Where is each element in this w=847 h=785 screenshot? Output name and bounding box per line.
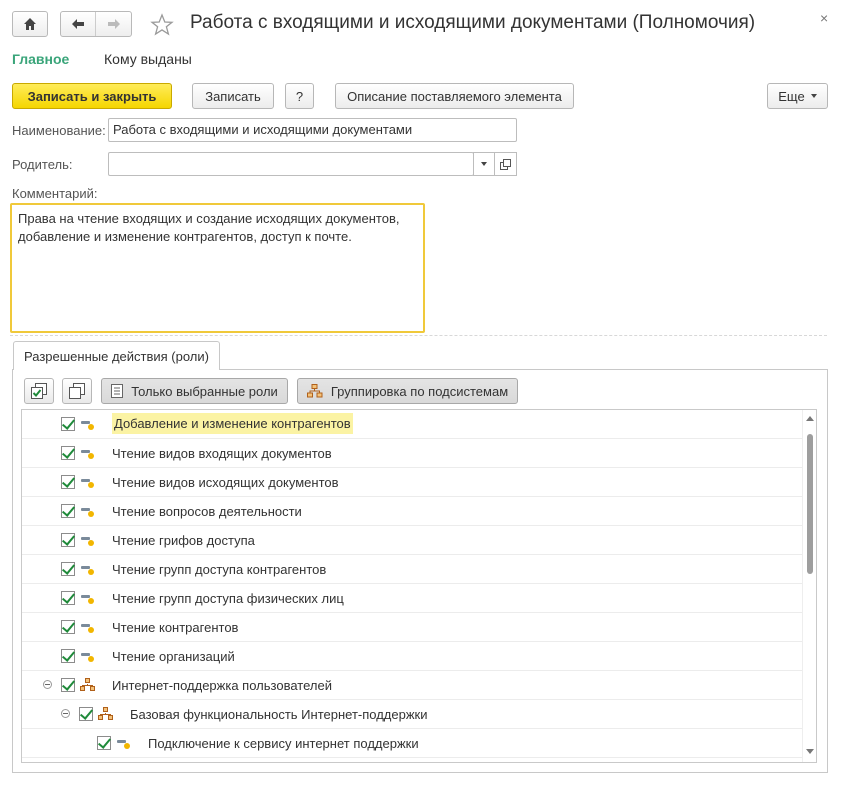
role-label: Чтение видов входящих документов [112, 446, 332, 461]
role-row[interactable]: Интернет-поддержка пользователей [22, 671, 802, 700]
chevron-down-icon [481, 162, 487, 166]
role-label: Чтение видов исходящих документов [112, 475, 339, 490]
role-checkbox[interactable] [61, 446, 75, 460]
role-label: Базовая функциональность Интернет-поддер… [130, 707, 428, 722]
more-button-label: Еще [778, 88, 805, 104]
vertical-scrollbar[interactable] [802, 410, 816, 762]
list-icon [111, 384, 124, 398]
tab-allowed-actions[interactable]: Разрешенные действия (роли) [13, 341, 220, 370]
nav-issued-to-link[interactable]: Кому выданы [104, 51, 192, 67]
save-button[interactable]: Записать [192, 83, 274, 109]
parent-label: Родитель: [12, 157, 73, 172]
role-checkbox[interactable] [61, 533, 75, 547]
window-title: Работа с входящими и исходящими документ… [190, 12, 756, 33]
role-key-icon [81, 535, 95, 547]
separator [10, 335, 827, 336]
selected-roles-only-label: Только выбранные роли [131, 383, 278, 399]
role-key-icon [81, 651, 95, 663]
nav-main-link[interactable]: Главное [12, 51, 69, 67]
role-key-icon [81, 622, 95, 634]
role-row[interactable]: Добавление и изменение контрагентов [22, 410, 802, 439]
scroll-up-icon[interactable] [806, 416, 814, 421]
name-input[interactable]: Работа с входящими и исходящими документ… [108, 118, 517, 142]
role-key-icon [81, 419, 95, 431]
role-checkbox[interactable] [61, 475, 75, 489]
comment-label: Комментарий: [12, 186, 98, 201]
description-button[interactable]: Описание поставляемого элемента [335, 83, 574, 109]
role-row[interactable]: Чтение групп доступа контрагентов [22, 555, 802, 584]
arrow-right-icon [107, 19, 120, 29]
role-checkbox[interactable] [61, 562, 75, 576]
subsystem-icon [98, 707, 114, 721]
role-checkbox[interactable] [61, 649, 75, 663]
role-label: Чтение вопросов деятельности [112, 504, 302, 519]
comment-textarea[interactable]: Права на чтение входящих и создание исхо… [10, 203, 425, 333]
role-checkbox[interactable] [61, 417, 75, 431]
role-row[interactable]: Чтение вопросов деятельности [22, 497, 802, 526]
home-button[interactable] [12, 11, 48, 37]
uncheck-all-icon [69, 383, 85, 399]
favorite-star-icon[interactable] [150, 13, 174, 37]
role-row[interactable]: Базовая функциональность Интернет-поддер… [22, 700, 802, 729]
roles-tree[interactable]: Добавление и изменение контрагентов Чтени… [21, 409, 817, 763]
dropdown-arrow-icon [810, 94, 817, 98]
collapse-toggle-icon[interactable] [61, 709, 70, 718]
back-button[interactable] [61, 12, 97, 36]
uncheck-all-button[interactable] [62, 378, 92, 404]
role-key-icon [81, 477, 95, 489]
role-label: Подключение к сервису интернет поддержки [148, 736, 419, 751]
role-checkbox[interactable] [61, 504, 75, 518]
role-label: Интернет-поддержка пользователей [112, 678, 332, 693]
help-button[interactable]: ? [285, 83, 314, 109]
history-nav [60, 11, 132, 37]
role-key-icon [81, 448, 95, 460]
role-key-icon [81, 506, 95, 518]
open-icon [500, 158, 511, 170]
role-checkbox[interactable] [61, 591, 75, 605]
role-row[interactable]: Чтение контрагентов [22, 613, 802, 642]
role-label: Чтение групп доступа контрагентов [112, 562, 327, 577]
home-icon [24, 18, 36, 30]
selected-roles-only-toggle[interactable]: Только выбранные роли [101, 378, 288, 404]
group-by-subsystems-toggle[interactable]: Группировка по подсистемам [297, 378, 518, 404]
role-row[interactable]: Чтение видов входящих документов [22, 439, 802, 468]
subsystem-icon [80, 678, 96, 692]
role-checkbox[interactable] [97, 736, 111, 750]
role-checkbox[interactable] [61, 678, 75, 692]
parent-open-button[interactable] [494, 152, 517, 176]
role-label: Чтение групп доступа физических лиц [112, 591, 344, 606]
parent-dropdown-button[interactable] [473, 152, 495, 176]
forward-button[interactable] [96, 12, 131, 36]
role-row[interactable]: Чтение групп доступа физических лиц [22, 584, 802, 613]
role-label: Добавление и изменение контрагентов [112, 413, 353, 434]
role-checkbox[interactable] [61, 620, 75, 634]
scrollbar-thumb[interactable] [807, 434, 813, 574]
arrow-left-icon [72, 19, 84, 29]
role-label: Чтение организаций [112, 649, 235, 664]
name-label: Наименование: [12, 123, 106, 138]
parent-input[interactable] [108, 152, 474, 176]
role-label: Чтение контрагентов [112, 620, 239, 635]
role-row[interactable]: Чтение видов исходящих документов [22, 468, 802, 497]
role-label: Чтение грифов доступа [112, 533, 255, 548]
role-row[interactable]: Чтение организаций [22, 642, 802, 671]
save-and-close-button[interactable]: Записать и закрыть [12, 83, 172, 109]
role-key-icon [81, 564, 95, 576]
role-row[interactable]: Чтение грифов доступа [22, 526, 802, 555]
more-button[interactable]: Еще [767, 83, 828, 109]
role-checkbox[interactable] [79, 707, 93, 721]
collapse-toggle-icon[interactable] [43, 680, 52, 689]
subsystem-hierarchy-icon [306, 384, 323, 398]
group-by-subsystems-label: Группировка по подсистемам [330, 383, 509, 399]
role-row[interactable]: Подключение к сервису интернет поддержки [22, 729, 802, 758]
check-all-button[interactable] [24, 378, 54, 404]
role-key-icon [117, 738, 131, 750]
check-all-icon [31, 383, 47, 399]
scroll-down-icon[interactable] [806, 749, 814, 754]
close-icon[interactable]: × [820, 10, 828, 26]
role-key-icon [81, 593, 95, 605]
